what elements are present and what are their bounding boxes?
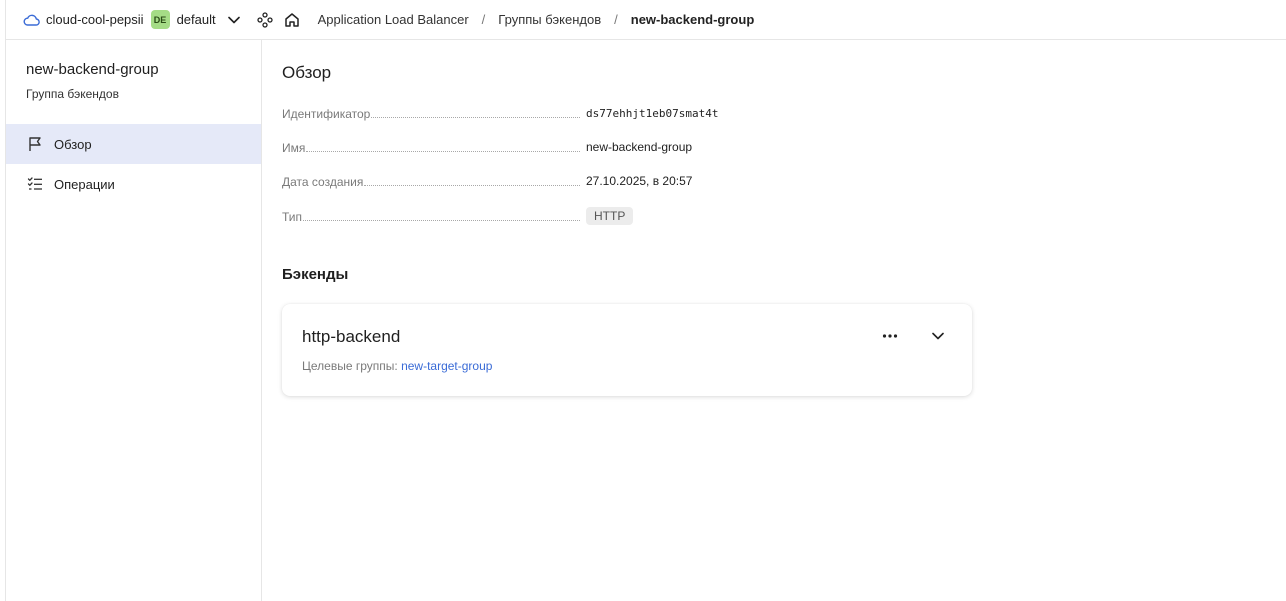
field-value-created: 27.10.2025, в 20:57 — [586, 174, 693, 188]
folder-badge: DE — [150, 10, 170, 29]
breadcrumb-separator: / — [481, 12, 486, 27]
sidebar-subtitle: Группа бэкендов — [26, 87, 119, 101]
sidebar: new-backend-group Группа бэкендов Обзор … — [6, 40, 262, 601]
chevron-down-icon[interactable] — [224, 10, 244, 30]
field-key: Имя — [282, 141, 306, 155]
target-groups-label: Целевые группы: — [302, 359, 398, 373]
chevron-down-icon[interactable] — [926, 326, 950, 346]
backends-title: Бэкенды — [282, 266, 349, 283]
field-row-id: Идентификатор ds77ehhjt1eb07smat4t — [282, 103, 982, 123]
cloud-name[interactable]: cloud-cool-pepsii — [46, 12, 144, 27]
overview-title: Обзор — [282, 63, 332, 82]
field-row-created: Дата создания 27.10.2025, в 20:57 — [282, 171, 982, 191]
flag-icon — [26, 135, 44, 153]
field-key: Тип — [282, 210, 303, 224]
field-value-name: new-backend-group — [586, 140, 693, 154]
cloud-icon — [22, 11, 40, 29]
target-group-link[interactable]: new-target-group — [401, 359, 492, 373]
type-tag: HTTP — [586, 207, 634, 225]
field-row-name: Имя new-backend-group — [282, 137, 982, 157]
breadcrumb-service[interactable]: Application Load Balancer — [318, 12, 469, 27]
breadcrumb-backend-groups[interactable]: Группы бэкендов — [498, 12, 601, 27]
checklist-icon — [26, 175, 44, 193]
services-icon[interactable] — [255, 10, 275, 30]
sidebar-item-operations[interactable]: Операции — [6, 164, 261, 204]
top-header: cloud-cool-pepsii DE default Application… — [6, 0, 1286, 40]
home-icon[interactable] — [282, 10, 302, 30]
field-key: Идентификатор — [282, 107, 371, 121]
breadcrumb-separator: / — [614, 12, 618, 27]
backend-card: http-backend Целевые группы: new-target-… — [282, 304, 972, 396]
backend-name: http-backend — [302, 327, 401, 346]
sidebar-item-label: Операции — [54, 176, 115, 192]
sidebar-title: new-backend-group — [26, 61, 159, 78]
folder-name[interactable]: default — [177, 12, 216, 27]
breadcrumb-current: new-backend-group — [630, 12, 755, 27]
main-content: Обзор Идентификатор ds77ehhjt1eb07smat4t… — [282, 40, 1272, 601]
backend-target-groups: Целевые группы: new-target-group — [302, 359, 492, 373]
sidebar-item-overview[interactable]: Обзор — [6, 124, 261, 164]
sidebar-item-label: Обзор — [54, 136, 92, 152]
field-key: Дата создания — [282, 175, 364, 189]
field-row-type: Тип HTTP — [282, 206, 982, 226]
field-value-id: ds77ehhjt1eb07smat4t — [586, 106, 719, 120]
more-icon[interactable] — [878, 326, 902, 346]
